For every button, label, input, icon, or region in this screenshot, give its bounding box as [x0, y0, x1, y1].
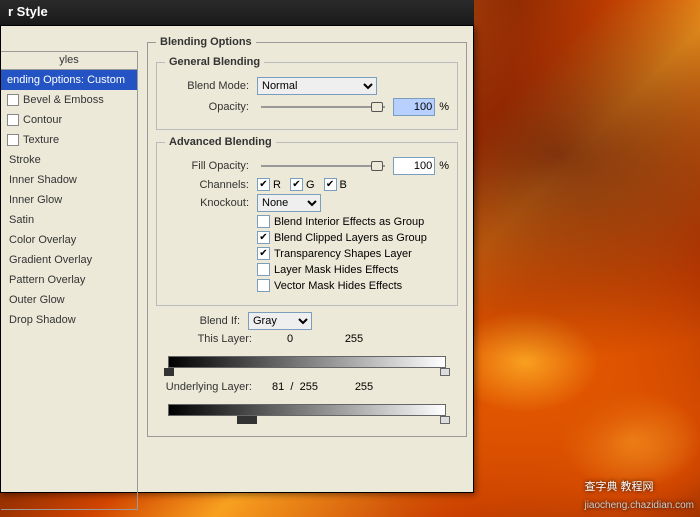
opacity-slider[interactable]	[261, 100, 385, 114]
vector-mask-hides-checkbox[interactable]	[257, 279, 270, 292]
layer-style-dialog: yles ending Options: Custom Bevel & Embo…	[0, 25, 474, 493]
blend-mode-select[interactable]: Normal	[257, 77, 377, 95]
transparency-shapes-checkbox[interactable]: ✔	[257, 247, 270, 260]
style-inner-shadow[interactable]: Inner Shadow	[1, 170, 137, 190]
checkbox-icon[interactable]	[7, 94, 19, 106]
layer-mask-hides-label: Layer Mask Hides Effects	[274, 264, 399, 276]
slider-stop-icon[interactable]	[164, 368, 174, 376]
layer-mask-hides-checkbox[interactable]	[257, 263, 270, 276]
style-color-overlay[interactable]: Color Overlay	[1, 230, 137, 250]
channel-b-checkbox[interactable]: ✔	[324, 178, 337, 191]
knockout-select[interactable]: None	[257, 194, 321, 212]
watermark: 查字典 教程网 jiaocheng.chazidian.com	[584, 477, 694, 513]
style-bevel-emboss[interactable]: Bevel & Emboss	[1, 90, 137, 110]
underlying-layer-slider[interactable]	[162, 396, 452, 426]
styles-header: yles	[1, 52, 137, 70]
slider-stop-icon[interactable]	[440, 416, 450, 424]
underlying-low: 81 / 255	[260, 381, 330, 393]
channels-label: Channels:	[165, 179, 253, 191]
blend-mode-label: Blend Mode:	[165, 80, 253, 92]
channel-g-checkbox[interactable]: ✔	[290, 178, 303, 191]
style-texture[interactable]: Texture	[1, 130, 137, 150]
knockout-label: Knockout:	[165, 197, 253, 209]
underlying-high: 255	[334, 381, 394, 393]
advanced-blending-legend: Advanced Blending	[165, 136, 276, 148]
style-blending-options[interactable]: ending Options: Custom	[1, 70, 137, 90]
style-contour[interactable]: Contour	[1, 110, 137, 130]
this-layer-label: This Layer:	[156, 333, 256, 345]
this-layer-low: 0	[260, 333, 320, 345]
checkbox-icon[interactable]	[7, 114, 19, 126]
channel-b-label: B	[340, 179, 347, 191]
vector-mask-hides-label: Vector Mask Hides Effects	[274, 280, 402, 292]
blending-options-panel: Blending Options General Blending Blend …	[147, 36, 467, 445]
transparency-shapes-label: Transparency Shapes Layer	[274, 248, 412, 260]
checkbox-icon[interactable]	[7, 134, 19, 146]
style-gradient-overlay[interactable]: Gradient Overlay	[1, 250, 137, 270]
blend-if-label: Blend If:	[156, 315, 244, 327]
blend-if-select[interactable]: Gray	[248, 312, 312, 330]
dialog-titlebar: r Style	[0, 0, 474, 25]
channel-g-label: G	[306, 179, 315, 191]
blend-interior-label: Blend Interior Effects as Group	[274, 216, 424, 228]
blending-options-group: Blending Options General Blending Blend …	[147, 36, 467, 437]
channel-r-checkbox[interactable]: ✔	[257, 178, 270, 191]
blend-clipped-label: Blend Clipped Layers as Group	[274, 232, 427, 244]
fill-opacity-slider[interactable]	[261, 159, 385, 173]
style-pattern-overlay[interactable]: Pattern Overlay	[1, 270, 137, 290]
this-layer-high: 255	[324, 333, 384, 345]
styles-list: yles ending Options: Custom Bevel & Embo…	[1, 51, 138, 510]
opacity-label: Opacity:	[165, 101, 253, 113]
blend-interior-checkbox[interactable]	[257, 215, 270, 228]
fill-unit: %	[439, 160, 449, 172]
blending-options-legend: Blending Options	[156, 36, 256, 48]
style-satin[interactable]: Satin	[1, 210, 137, 230]
style-stroke[interactable]: Stroke	[1, 150, 137, 170]
style-drop-shadow[interactable]: Drop Shadow	[1, 310, 137, 330]
slider-stop-icon[interactable]	[247, 416, 257, 424]
this-layer-slider[interactable]	[162, 348, 452, 378]
slider-stop-icon[interactable]	[440, 368, 450, 376]
slider-stop-icon[interactable]	[237, 416, 247, 424]
fill-opacity-label: Fill Opacity:	[165, 160, 253, 172]
general-blending-group: General Blending Blend Mode: Normal Opac…	[156, 56, 458, 130]
underlying-layer-label: Underlying Layer:	[156, 381, 256, 393]
advanced-blending-group: Advanced Blending Fill Opacity: % Channe…	[156, 136, 458, 306]
style-outer-glow[interactable]: Outer Glow	[1, 290, 137, 310]
style-inner-glow[interactable]: Inner Glow	[1, 190, 137, 210]
blend-clipped-checkbox[interactable]: ✔	[257, 231, 270, 244]
fill-opacity-input[interactable]	[393, 157, 435, 175]
general-blending-legend: General Blending	[165, 56, 264, 68]
channel-r-label: R	[273, 179, 281, 191]
opacity-unit: %	[439, 101, 449, 113]
opacity-input[interactable]	[393, 98, 435, 116]
